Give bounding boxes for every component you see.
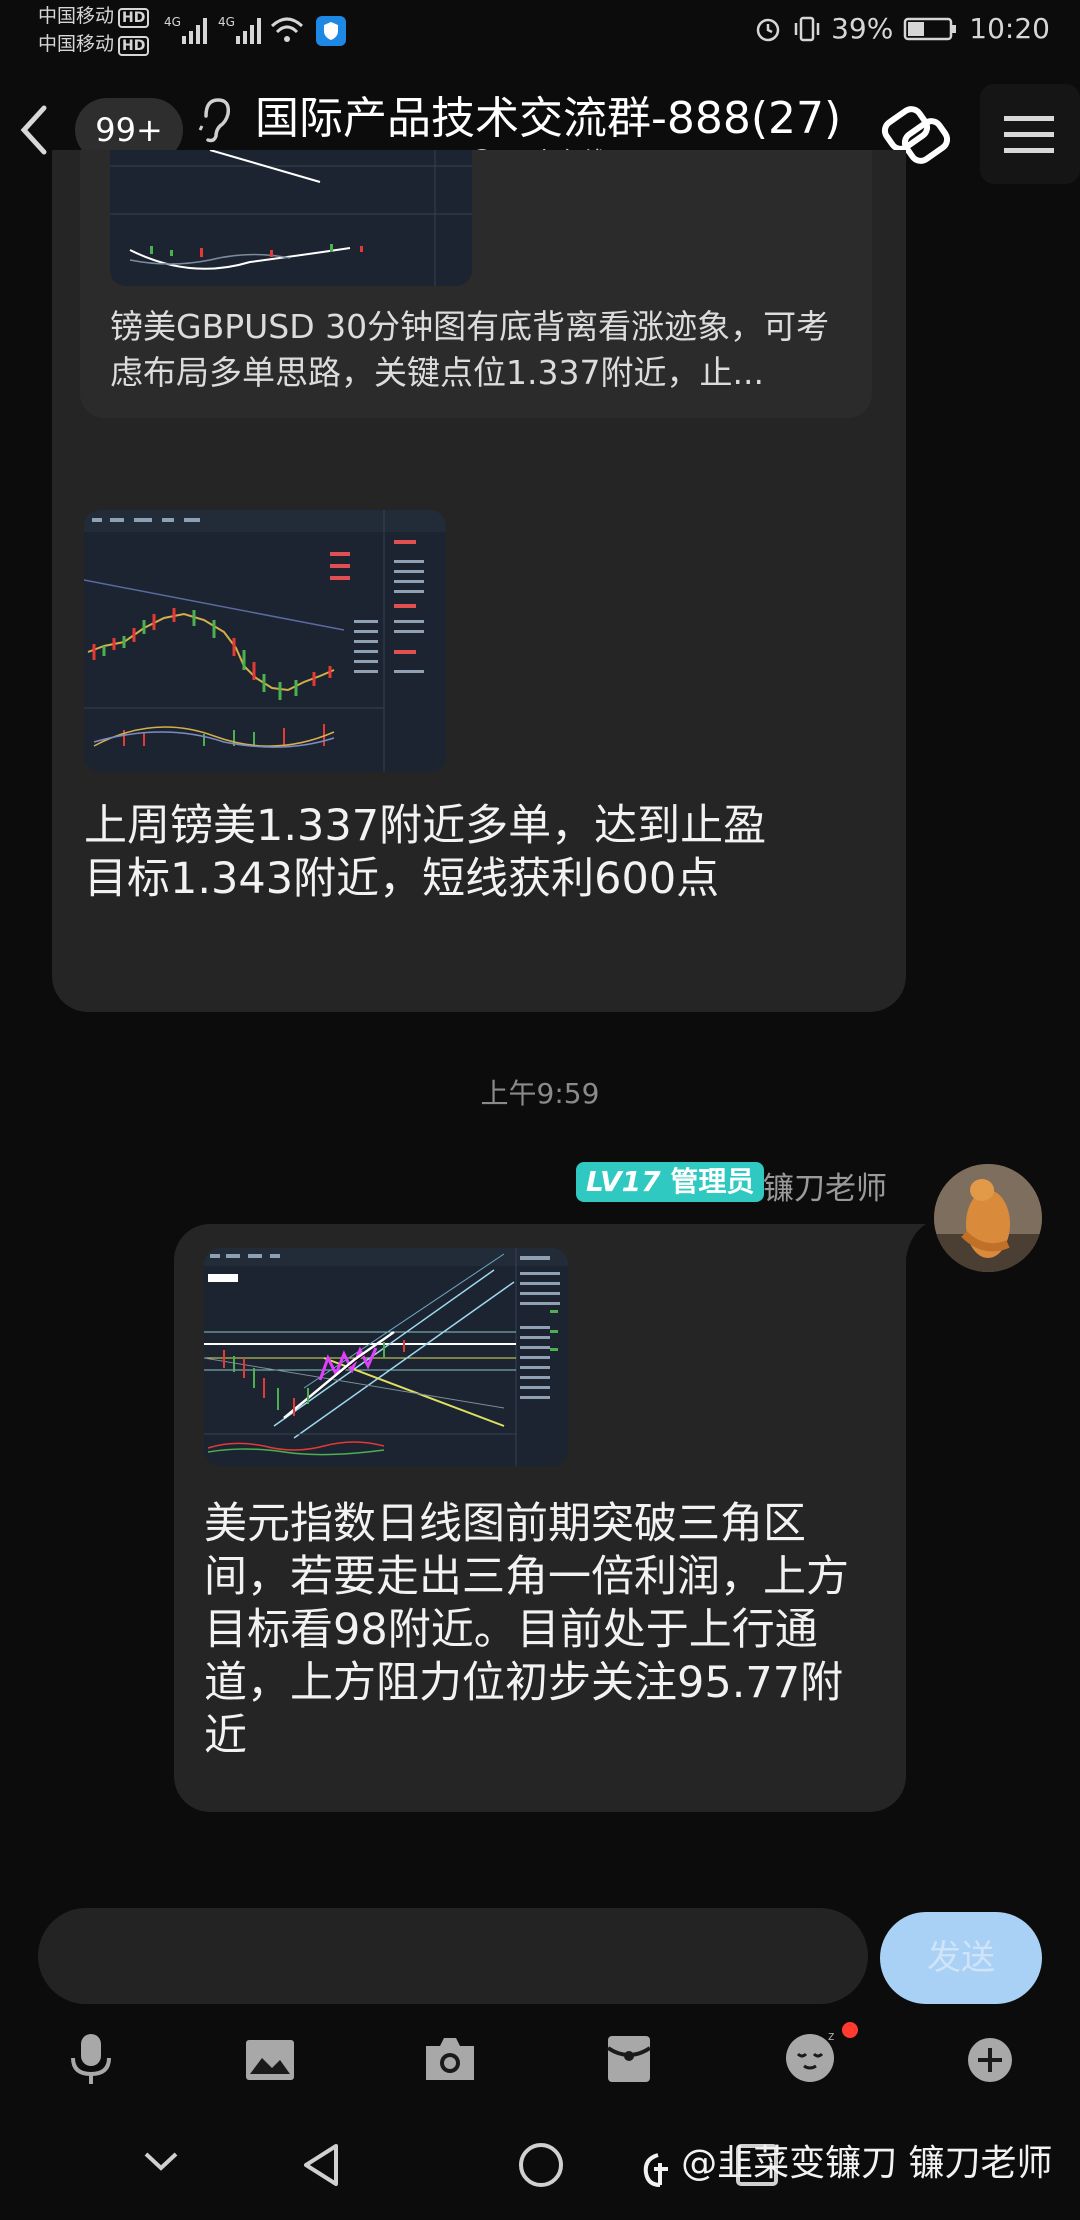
level-label: LV17 bbox=[586, 1165, 661, 1198]
avatar-cat-graphic bbox=[934, 1164, 1042, 1272]
clock: 10:20 bbox=[969, 12, 1050, 45]
gbpusd-chart-graphic bbox=[84, 510, 446, 772]
status-right: 39% 10:20 bbox=[753, 12, 1050, 45]
notification-dot bbox=[842, 2022, 858, 2038]
alarm-icon bbox=[756, 18, 780, 41]
sender-name[interactable]: 镰刀老师 bbox=[763, 1163, 887, 1208]
collapse-chevron-icon[interactable] bbox=[140, 2146, 182, 2176]
message-text-usd-index: 美元指数日线图前期突破三角区间，若要走出三角一倍利润，上方目标看98附近。目前处… bbox=[204, 1499, 849, 1761]
carrier-2: 中国移动 HD bbox=[38, 32, 150, 56]
battery-percent: 39% bbox=[831, 12, 894, 45]
signal-icons: 4G 4G bbox=[164, 15, 304, 44]
message-timestamp: 上午9:59 bbox=[480, 1077, 600, 1110]
quoted-chart-thumbnail[interactable] bbox=[110, 150, 472, 286]
ear-icon[interactable] bbox=[198, 96, 232, 144]
weibo-logo-icon bbox=[643, 2152, 668, 2187]
send-button[interactable]: 发送 bbox=[880, 1912, 1042, 2004]
battery-icon bbox=[904, 17, 957, 40]
microphone-icon[interactable] bbox=[66, 2032, 116, 2088]
gbpusd-chart-image[interactable] bbox=[84, 510, 446, 772]
svg-text:z: z bbox=[828, 2029, 834, 2043]
usd-index-chart-image[interactable] bbox=[204, 1248, 568, 1466]
admin-level-badge: LV17 管理员 bbox=[576, 1162, 765, 1202]
carrier-1: 中国移动 HD bbox=[38, 4, 150, 28]
message-input[interactable] bbox=[38, 1908, 868, 2004]
shield-app-icon bbox=[316, 16, 346, 46]
plus-icon[interactable] bbox=[966, 2036, 1014, 2084]
watermark: @韭菜变镰刀 镰刀老师 bbox=[640, 2134, 1053, 2191]
nav-back-icon[interactable] bbox=[300, 2140, 344, 2190]
role-label: 管理员 bbox=[670, 1165, 755, 1198]
camera-icon[interactable] bbox=[424, 2036, 476, 2082]
avatar[interactable] bbox=[934, 1164, 1042, 1272]
net-label-2: 4G bbox=[218, 15, 235, 29]
hamburger-icon bbox=[1004, 116, 1054, 153]
usd-index-chart-graphic bbox=[204, 1248, 568, 1466]
chart-thumbnail-graphic bbox=[110, 150, 472, 286]
group-title[interactable]: 国际产品技术交流群-888(27) bbox=[255, 82, 841, 146]
status-bar: 中国移动 HD 中国移动 HD 4G 4G 39% 10:20 bbox=[0, 0, 1080, 64]
bubble-tail bbox=[900, 1224, 926, 1258]
net-label-1: 4G bbox=[164, 15, 181, 29]
quoted-text: 镑美GBPUSD 30分钟图有底背离看涨迹象，可考虑布局多单思路，关键点位1.3… bbox=[110, 307, 830, 392]
red-packet-icon[interactable] bbox=[606, 2034, 652, 2084]
menu-button[interactable] bbox=[980, 84, 1080, 184]
quoted-message[interactable]: 镑美GBPUSD 30分钟图有底背离看涨迹象，可考虑布局多单思路，关键点位1.3… bbox=[80, 150, 872, 418]
image-icon[interactable] bbox=[244, 2038, 296, 2082]
vibrate-icon bbox=[794, 16, 820, 41]
nav-home-icon[interactable] bbox=[516, 2140, 566, 2190]
message-text-gbpusd: 上周镑美1.337附近多单，达到止盈目标1.343附近，短线获利600点 bbox=[84, 801, 767, 904]
watermark-text: @韭菜变镰刀 镰刀老师 bbox=[681, 2143, 1053, 2184]
